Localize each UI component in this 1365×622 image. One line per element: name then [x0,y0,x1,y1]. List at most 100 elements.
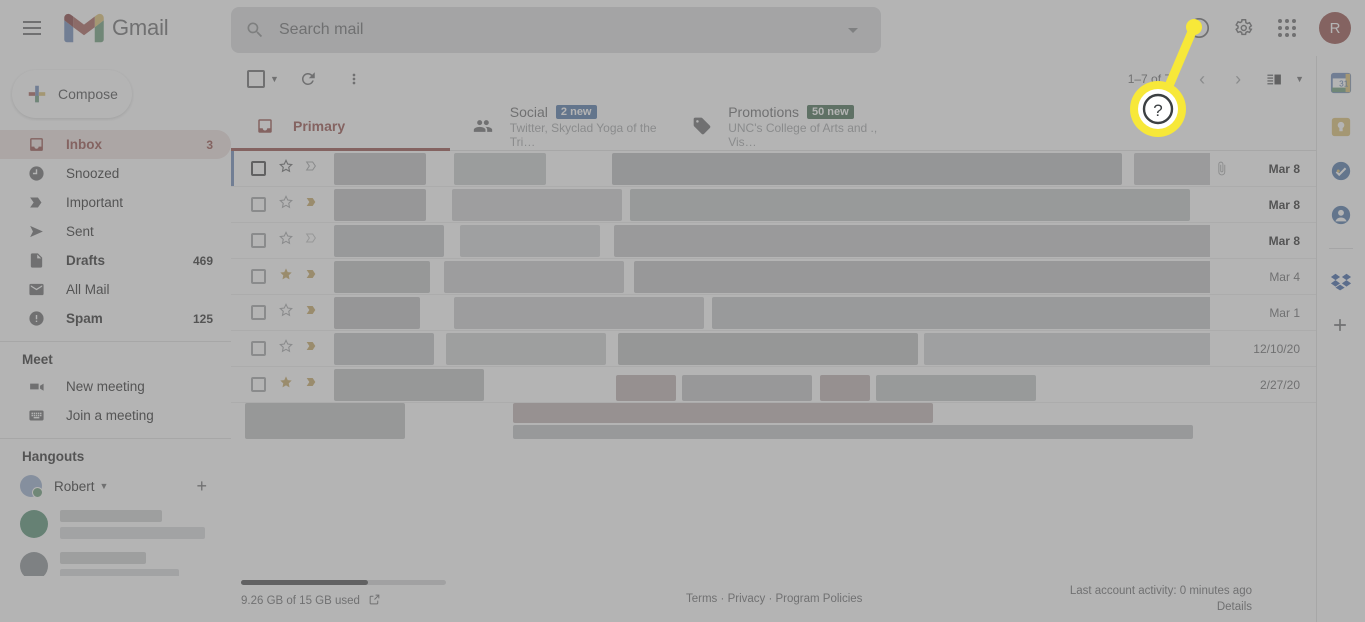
avatar[interactable]: R [1319,12,1351,44]
row-checkbox[interactable] [251,377,266,392]
search-bar[interactable] [231,7,881,53]
row-checkbox[interactable] [251,341,266,356]
compose-button[interactable]: Compose [12,70,132,118]
row-checkbox[interactable] [251,305,266,320]
sidebar-item-all-mail[interactable]: All Mail [0,275,231,304]
split-pane-icon[interactable] [1257,62,1291,96]
sidebar-item-spam[interactable]: Spam 125 [0,304,231,333]
star-icon[interactable] [278,302,294,323]
inbox-icon [26,136,46,153]
hangouts-user-row[interactable]: Robert ▼ + [0,469,231,503]
star-icon[interactable] [278,338,294,359]
gmail-logo-icon [64,13,104,43]
redacted-block [444,260,624,293]
chevron-left-icon[interactable]: ‹ [1185,62,1219,96]
refresh-icon[interactable] [291,62,325,96]
search-icon [247,22,263,38]
help-icon[interactable]: ? [1179,8,1219,48]
privacy-link[interactable]: Privacy [728,593,766,605]
sidebar-item-inbox[interactable]: Inbox 3 [0,130,231,159]
star-icon[interactable] [278,374,294,395]
sidebar-item-count: 469 [192,253,213,268]
gear-icon[interactable] [1223,8,1263,48]
terms-link[interactable]: Terms [686,593,717,605]
google-keep-icon[interactable] [1330,116,1352,138]
list-item[interactable] [0,503,231,545]
program-policies-link[interactable]: Program Policies [776,593,863,605]
table-row[interactable]: Mar 8 [231,187,1316,223]
chevron-right-icon[interactable]: › [1221,62,1255,96]
table-row[interactable]: Mar 8 [231,223,1316,259]
dropbox-icon[interactable] [1330,271,1352,293]
chevron-down-icon[interactable]: ▼ [1295,74,1304,84]
apps-grid-icon[interactable] [1267,8,1307,48]
table-row[interactable]: Mar 1 [231,295,1316,331]
row-date: Mar 1 [1269,305,1300,320]
list-toolbar: ▼ 1–7 of 7 ‹ › ▼ [231,56,1316,102]
send-icon [26,223,46,240]
chevron-down-icon[interactable]: ▼ [270,74,279,84]
important-marker-icon[interactable] [304,266,320,287]
row-content-redacted [334,259,1210,295]
tab-social[interactable]: Social 2 new Twitter, Skyclad Yoga of th… [450,102,669,150]
star-icon[interactable] [278,266,294,287]
add-addon-icon[interactable] [1330,315,1352,337]
sidebar-item-important[interactable]: Important [0,188,231,217]
tab-badge: 50 new [807,104,854,119]
tab-primary[interactable]: Primary [231,102,450,151]
divider [1329,248,1353,249]
tab-body: Promotions 50 new UNC's College of Arts … [728,104,888,149]
sidebar-item-drafts[interactable]: Drafts 469 [0,246,231,275]
more-vertical-icon[interactable] [337,62,371,96]
redacted-block [446,332,606,365]
table-row[interactable]: 12/10/20 [231,331,1316,367]
draft-icon [26,252,46,269]
hangouts-section-title: Hangouts [22,448,85,464]
redacted-block [616,374,676,401]
mail-list-pane: ▼ 1–7 of 7 ‹ › ▼ Primary Social 2 new Tw… [231,56,1316,622]
sidebar-item-new-meeting[interactable]: New meeting [0,372,231,401]
row-checkbox[interactable] [251,269,266,284]
row-checkbox[interactable] [251,197,266,212]
redacted-block [452,188,622,221]
important-marker-icon[interactable] [304,158,320,179]
details-link[interactable]: Details [1070,601,1252,613]
important-marker-icon[interactable] [304,374,320,395]
select-all-checkbox[interactable] [247,70,265,88]
search-input[interactable] [279,21,841,39]
attachment-icon [1210,161,1232,176]
google-tasks-icon[interactable] [1330,160,1352,182]
google-contacts-icon[interactable] [1330,204,1352,226]
table-row[interactable]: 2/27/20 [231,367,1316,403]
important-marker-icon[interactable] [304,230,320,251]
gmail-brand[interactable]: Gmail [64,13,169,43]
plus-icon[interactable]: + [196,476,207,497]
sidebar-item-count: 125 [192,311,213,326]
row-date: Mar 8 [1268,197,1300,212]
inbox-icon [253,117,277,135]
video-camera-icon [26,378,46,395]
star-icon[interactable] [278,194,294,215]
table-row[interactable]: Mar 4 [231,259,1316,295]
storage-usage: 9.26 GB of 15 GB used [241,580,581,609]
chevron-down-icon[interactable]: ▼ [100,481,109,491]
table-row[interactable]: Mar 8 [231,151,1316,187]
row-checkbox[interactable] [251,161,266,176]
search-options-icon[interactable] [841,18,865,42]
google-calendar-icon[interactable]: 31 [1330,72,1352,94]
row-checkbox[interactable] [251,233,266,248]
tab-promotions[interactable]: Promotions 50 new UNC's College of Arts … [669,102,888,150]
star-icon[interactable] [278,230,294,251]
star-icon[interactable] [278,158,294,179]
page-range-label: 1–7 of 7 [1127,72,1172,86]
sidebar-item-snoozed[interactable]: Snoozed [0,159,231,188]
sidebar-item-sent[interactable]: Sent [0,217,231,246]
important-marker-icon[interactable] [304,194,320,215]
row-content-redacted [334,151,1210,187]
divider [0,438,231,439]
important-marker-icon[interactable] [304,338,320,359]
external-link-icon[interactable] [368,593,381,609]
sidebar-item-join-meeting[interactable]: Join a meeting [0,401,231,430]
important-marker-icon[interactable] [304,302,320,323]
hamburger-icon[interactable] [8,4,56,52]
